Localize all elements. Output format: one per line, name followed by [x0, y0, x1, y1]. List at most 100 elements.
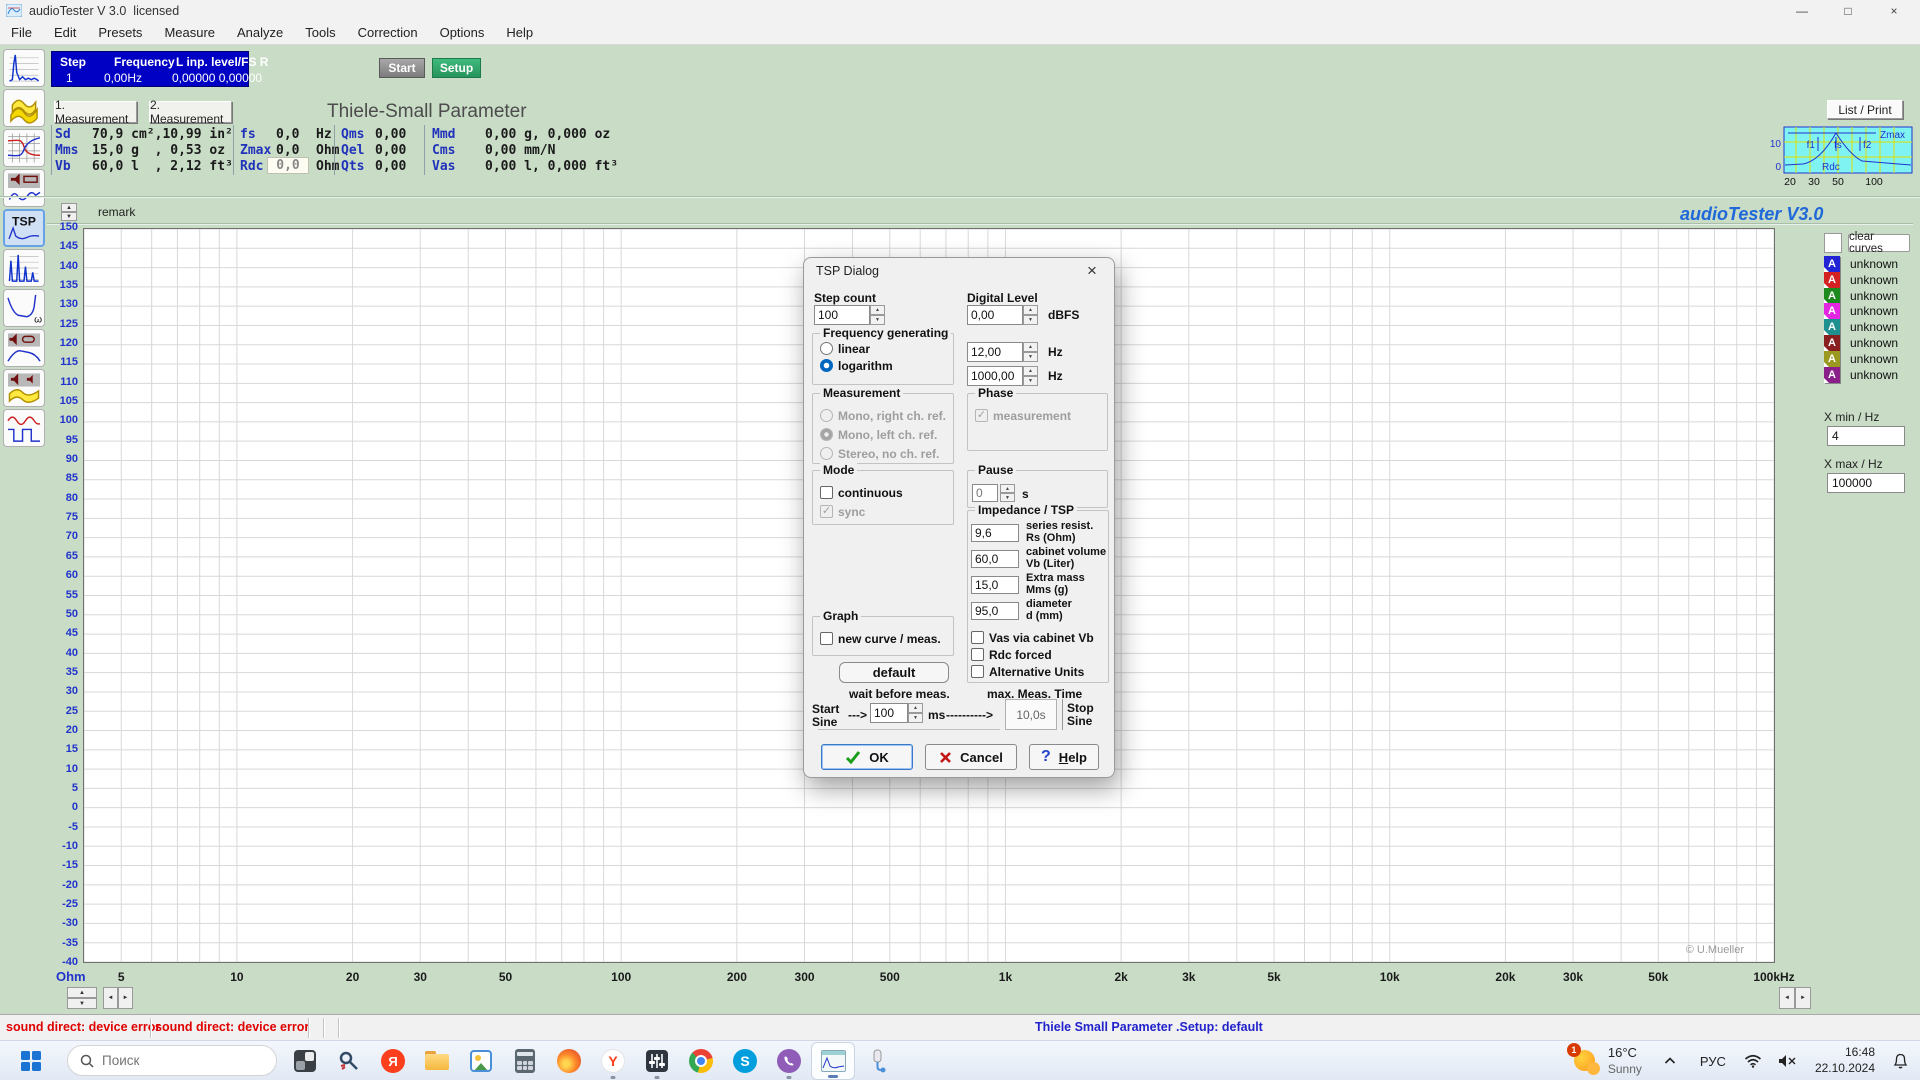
curve-color-icon[interactable]: A: [1824, 272, 1840, 288]
tool-generator[interactable]: [3, 89, 45, 127]
measurement-radio-1[interactable]: [820, 428, 833, 441]
taskbar-app-audio-device[interactable]: [855, 1042, 899, 1080]
notification-bell-icon[interactable]: [1885, 1053, 1920, 1070]
remark-spinner[interactable]: ▲▼: [61, 203, 77, 221]
taskbar-app-audio-mixer[interactable]: [635, 1042, 679, 1080]
wait-time-spinner[interactable]: ▲▼: [908, 703, 923, 723]
taskbar-app-yandex-browser[interactable]: Y: [591, 1042, 635, 1080]
measurement-1-tab[interactable]: 1. Measurement: [54, 101, 137, 123]
menu-item-presets[interactable]: Presets: [87, 25, 153, 40]
curve-color-icon[interactable]: A: [1824, 351, 1840, 367]
freq-high-spinner[interactable]: ▲▼: [1023, 366, 1038, 386]
tool-oscilloscope[interactable]: [3, 409, 45, 447]
menu-item-analyze[interactable]: Analyze: [226, 25, 294, 40]
search-input[interactable]: [102, 1053, 252, 1068]
maximize-button[interactable]: □: [1826, 0, 1870, 21]
taskbar-app-firefox[interactable]: [547, 1042, 591, 1080]
help-button[interactable]: ? Help: [1029, 744, 1099, 770]
wifi-icon[interactable]: [1736, 1054, 1770, 1068]
taskbar-search[interactable]: [67, 1045, 277, 1076]
taskbar-app-skype[interactable]: S: [723, 1042, 767, 1080]
tray-language[interactable]: РУС: [1690, 1054, 1736, 1069]
tool-speaker-mic[interactable]: [3, 329, 45, 367]
clear-curves-button[interactable]: clear curves: [1848, 234, 1910, 252]
menu-item-correction[interactable]: Correction: [347, 25, 429, 40]
default-button[interactable]: default: [839, 662, 949, 683]
impedance-checkbox-1[interactable]: [971, 648, 984, 661]
menu-item-help[interactable]: Help: [495, 25, 544, 40]
curve-color-icon[interactable]: A: [1824, 303, 1840, 319]
curve-color-icon[interactable]: A: [1824, 335, 1840, 351]
ts-label-Mms: Mms: [55, 143, 78, 158]
menu-item-measure[interactable]: Measure: [153, 25, 226, 40]
tool-spectrum[interactable]: [3, 49, 45, 87]
setup-button[interactable]: Setup: [432, 58, 481, 78]
step-count-input[interactable]: [814, 305, 870, 325]
impedance-input-1[interactable]: [971, 550, 1019, 568]
tray-chevron-up-icon[interactable]: [1650, 1057, 1690, 1065]
x-scroll-right-control[interactable]: ◄►: [1779, 987, 1811, 1009]
minimize-button[interactable]: —: [1780, 0, 1824, 21]
freq-high-input[interactable]: [967, 366, 1023, 386]
tool-impedance[interactable]: [3, 169, 45, 207]
taskbar-app-audiotester[interactable]: [811, 1042, 855, 1080]
y-scale-spinner[interactable]: ▲▼: [67, 987, 97, 1009]
taskbar-app-photos-app[interactable]: [459, 1042, 503, 1080]
sync-checkbox[interactable]: ✓: [820, 505, 833, 518]
new-curve-checkbox[interactable]: [820, 632, 833, 645]
measurement-radio-2[interactable]: [820, 447, 833, 460]
cancel-button[interactable]: Cancel: [925, 744, 1017, 770]
tool-impedance-curve[interactable]: ω: [3, 289, 45, 327]
menu-item-tools[interactable]: Tools: [294, 25, 346, 40]
digital-level-spinner[interactable]: ▲▼: [1023, 305, 1038, 325]
freq-low-spinner[interactable]: ▲▼: [1023, 342, 1038, 362]
close-button[interactable]: ×: [1872, 0, 1916, 21]
step-count-spinner[interactable]: ▲▼: [870, 305, 885, 325]
tool-distortion[interactable]: [3, 249, 45, 287]
freq-low-input[interactable]: [967, 342, 1023, 362]
curve-color-icon[interactable]: A: [1824, 319, 1840, 335]
tool-tsp[interactable]: TSP: [3, 209, 45, 247]
pause-input[interactable]: [972, 484, 998, 502]
impedance-checkbox-2[interactable]: [971, 665, 984, 678]
impedance-input-2[interactable]: [971, 576, 1019, 594]
curve-color-icon[interactable]: A: [1824, 256, 1840, 272]
menu-item-options[interactable]: Options: [429, 25, 496, 40]
taskbar-app-viber[interactable]: [767, 1042, 811, 1080]
menu-item-edit[interactable]: Edit: [43, 25, 87, 40]
digital-level-input[interactable]: [967, 305, 1023, 325]
curve-color-icon[interactable]: A: [1824, 367, 1840, 383]
list-print-button[interactable]: List / Print: [1827, 100, 1903, 119]
xmax-input[interactable]: [1827, 473, 1905, 493]
continuous-checkbox[interactable]: [820, 486, 833, 499]
taskbar-app-file-explorer[interactable]: [415, 1042, 459, 1080]
dialog-close-icon[interactable]: ×: [1072, 258, 1112, 283]
taskbar-app-password-tool[interactable]: [327, 1042, 371, 1080]
impedance-input-0[interactable]: [971, 524, 1019, 542]
taskbar-app-chrome[interactable]: [679, 1042, 723, 1080]
taskbar-app-calculator[interactable]: [503, 1042, 547, 1080]
impedance-input-3[interactable]: [971, 602, 1019, 620]
measurement-2-tab[interactable]: 2. Measurement: [149, 101, 232, 123]
ok-button[interactable]: OK: [821, 744, 913, 770]
phase-measurement-checkbox[interactable]: ✓: [975, 409, 988, 422]
tray-clock[interactable]: 16:48 22.10.2024: [1805, 1045, 1885, 1076]
taskbar-app-yandex[interactable]: Я: [371, 1042, 415, 1080]
taskbar-app-widgets-app[interactable]: [283, 1042, 327, 1080]
impedance-checkbox-0[interactable]: [971, 631, 984, 644]
volume-muted-icon[interactable]: [1770, 1054, 1805, 1068]
pause-spinner[interactable]: ▲▼: [1000, 484, 1015, 502]
curve-color-icon[interactable]: A: [1824, 288, 1840, 304]
weather-widget[interactable]: 1 16°C Sunny: [1563, 1045, 1650, 1076]
x-scroll-left-control[interactable]: ◄►: [103, 987, 133, 1009]
xmin-input[interactable]: [1827, 426, 1905, 446]
wait-time-input[interactable]: [870, 703, 908, 723]
measurement-radio-0[interactable]: [820, 409, 833, 422]
start-button-windows[interactable]: [20, 1050, 42, 1075]
tool-two-channel[interactable]: [3, 369, 45, 407]
tool-frequency-response[interactable]: [3, 129, 45, 167]
start-button[interactable]: Start: [379, 58, 425, 78]
menu-item-file[interactable]: File: [0, 25, 43, 40]
logarithm-radio[interactable]: [820, 359, 833, 372]
linear-radio[interactable]: [820, 342, 833, 355]
